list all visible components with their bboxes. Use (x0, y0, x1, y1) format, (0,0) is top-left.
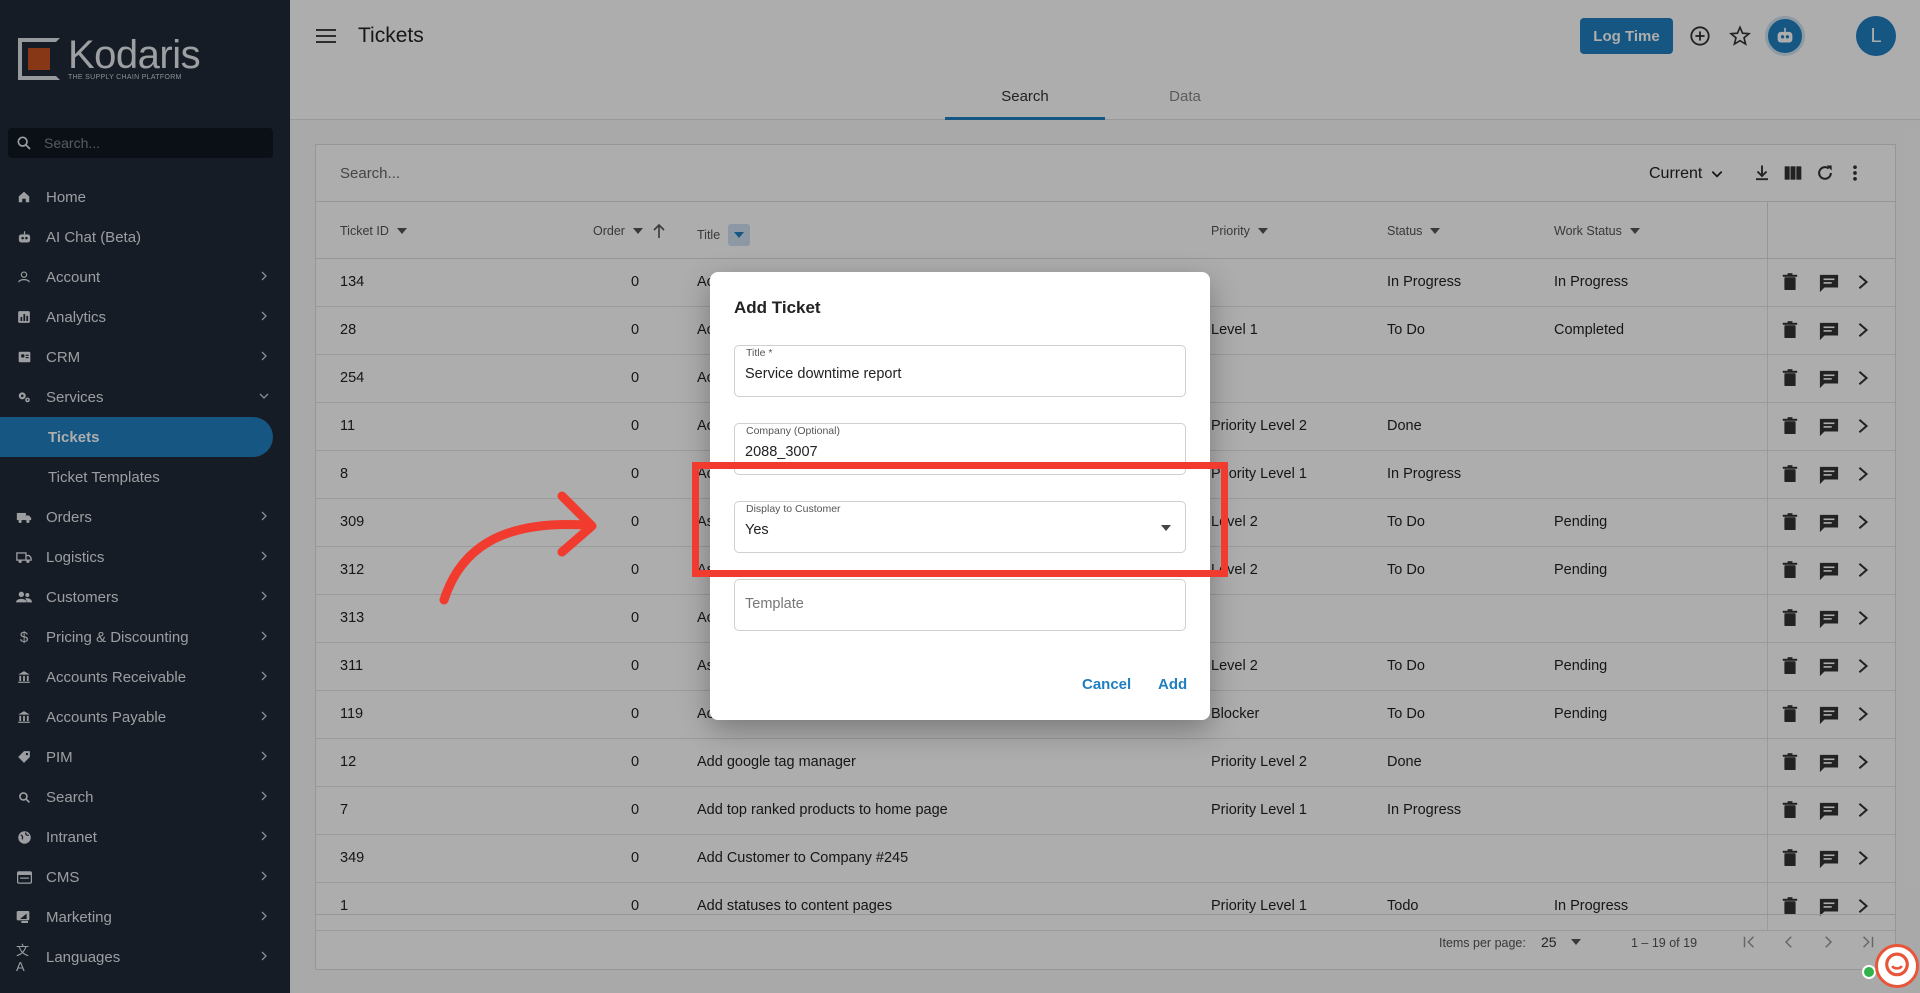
title-field-label: Title * (745, 347, 774, 359)
template-field-placeholder: Template (745, 596, 804, 612)
company-field-label: Company (Optional) (745, 425, 841, 437)
chat-support-button[interactable] (1875, 944, 1919, 988)
dialog-title: Add Ticket (734, 298, 821, 317)
cancel-button[interactable]: Cancel (1082, 676, 1131, 693)
annotation-arrow (439, 491, 597, 605)
add-button[interactable]: Add (1158, 676, 1187, 693)
title-field[interactable]: Title * Service downtime report (734, 345, 1186, 397)
title-field-value: Service downtime report (745, 366, 902, 382)
company-field-value: 2088_3007 (745, 444, 818, 460)
template-field[interactable]: Template (734, 579, 1186, 631)
chat-icon (1885, 952, 1909, 977)
online-status-dot (1862, 965, 1876, 979)
highlight-box (692, 462, 1228, 577)
